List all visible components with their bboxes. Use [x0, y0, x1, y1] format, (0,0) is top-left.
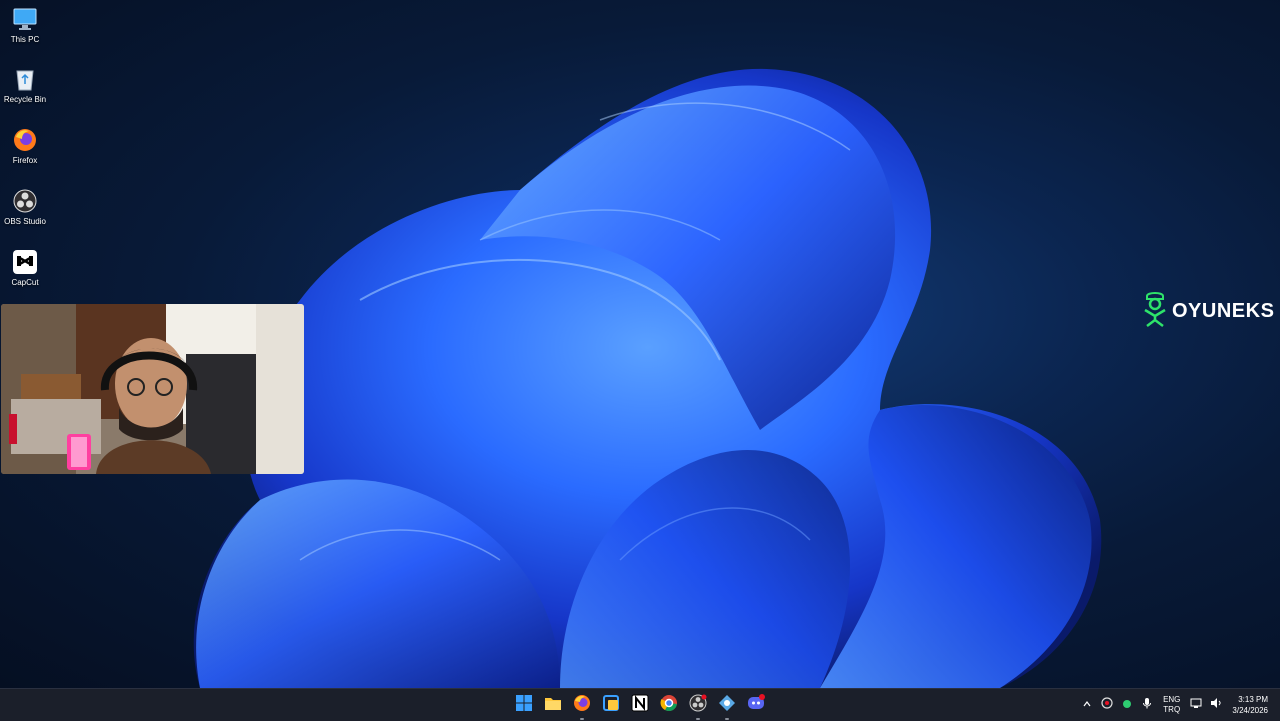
desktop-icon-capcut[interactable]: CapCut — [2, 249, 48, 288]
system-tray: ENG TRQ 3:13 PM 3/24/2026 — [1077, 689, 1280, 721]
clock-time: 3:13 PM — [1238, 695, 1268, 704]
show-hidden-icons-button[interactable] — [1077, 695, 1097, 715]
microphone-icon — [1142, 696, 1152, 714]
brand-text: OYUNEKS — [1172, 299, 1275, 322]
taskbar: ENG TRQ 3:13 PM 3/24/2026 — [0, 688, 1280, 721]
status-dot-icon — [1122, 696, 1132, 714]
obs-icon — [689, 694, 707, 717]
desktop-icon-label: CapCut — [11, 278, 39, 287]
clock[interactable]: 3:13 PM 3/24/2026 — [1232, 694, 1268, 716]
recycle-bin-icon — [12, 66, 38, 92]
obs-icon — [12, 188, 38, 214]
snipping-tool-icon — [602, 694, 620, 717]
desktop-icon-recycle-bin[interactable]: Recycle Bin — [2, 66, 48, 105]
file-explorer-icon — [544, 695, 562, 716]
language-code: ENG — [1163, 695, 1181, 704]
language-indicator[interactable]: ENG TRQ — [1163, 695, 1180, 715]
firefox-icon — [573, 694, 591, 717]
desktop-icon-label: This PC — [10, 35, 40, 44]
network-icon — [1190, 696, 1202, 714]
keyboard-layout: TRQ — [1163, 705, 1181, 714]
speaker-icon — [1210, 696, 1222, 714]
chevron-up-icon — [1082, 696, 1092, 714]
desktop-icon-label: OBS Studio — [4, 217, 46, 226]
start-icon — [516, 694, 532, 716]
network-app-icon — [718, 694, 736, 717]
taskbar-discord[interactable] — [744, 693, 768, 717]
webcam-overlay — [1, 304, 304, 474]
network-button[interactable] — [1186, 695, 1206, 715]
volume-button[interactable] — [1206, 695, 1226, 715]
webcam-scene — [1, 304, 304, 474]
taskbar-notion[interactable] — [628, 693, 652, 717]
desktop-icon-label: Recycle Bin — [3, 95, 47, 104]
taskbar-network-app[interactable] — [715, 693, 739, 720]
taskbar-apps — [512, 689, 768, 721]
taskbar-firefox[interactable] — [570, 693, 594, 720]
notion-icon — [631, 694, 649, 717]
desktop-icon-obs-studio[interactable]: OBS Studio — [2, 188, 48, 227]
firefox-icon — [12, 127, 38, 153]
microphone-button[interactable] — [1137, 695, 1157, 715]
desktop-icon-firefox[interactable]: Firefox — [2, 127, 48, 166]
taskbar-snipping-tool[interactable] — [599, 693, 623, 717]
desktop-icon-this-pc[interactable]: This PC — [2, 6, 48, 45]
desktop: This PC Recycle Bin Firefox OBS Studio C… — [0, 0, 1280, 688]
brand-logo-icon — [1141, 290, 1169, 333]
tray-app-button[interactable] — [1097, 695, 1117, 715]
clock-date: 3/24/2026 — [1232, 706, 1268, 715]
tray-status-button[interactable] — [1117, 695, 1137, 715]
desktop-icon-label: Firefox — [12, 156, 38, 165]
monitor-icon — [12, 6, 38, 32]
capcut-icon — [12, 249, 38, 275]
taskbar-obs[interactable] — [686, 693, 710, 720]
start-button[interactable] — [512, 693, 536, 717]
tray-app-icon — [1101, 696, 1113, 714]
brand-watermark: OYUNEKS — [1141, 291, 1274, 331]
chrome-icon — [660, 694, 678, 717]
taskbar-file-explorer[interactable] — [541, 693, 565, 717]
taskbar-chrome[interactable] — [657, 693, 681, 717]
discord-icon — [747, 693, 765, 717]
